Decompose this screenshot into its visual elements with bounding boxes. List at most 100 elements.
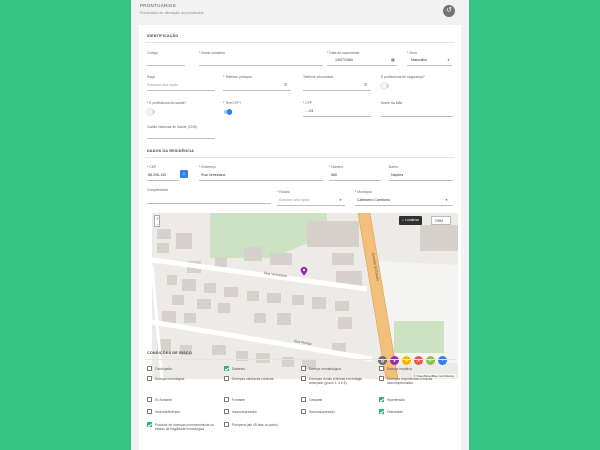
bairro-field[interactable] (389, 180, 453, 181)
risk-label: Doença hepática (387, 366, 412, 371)
data-nascimento-label: * Data de nascimento (327, 51, 360, 55)
risk-checkbox[interactable] (224, 422, 229, 427)
risk-label: Hipertensão (387, 397, 405, 402)
layers-button[interactable]: ▤ (378, 356, 387, 365)
profissional-seguranca-toggle[interactable] (381, 83, 389, 89)
risk-checkbox[interactable] (301, 366, 306, 371)
data-nascimento-field[interactable] (327, 65, 397, 66)
risk-checkbox[interactable] (301, 397, 306, 402)
endereco-field[interactable] (199, 180, 323, 181)
numero-value[interactable]: 560 (331, 173, 337, 177)
risk-label: Diabetes (232, 366, 246, 371)
back-button[interactable]: ↺ (443, 5, 455, 17)
risk-label: Portador de doenças cromossômicas ou est… (155, 422, 215, 431)
cep-value[interactable]: 86.206-130 (148, 173, 166, 177)
risk-checkbox[interactable] (224, 397, 229, 402)
codigo-label: Código (147, 51, 158, 55)
municipio-field[interactable] (355, 205, 453, 206)
osm-layer-button[interactable]: OSM (431, 216, 451, 225)
cep-label: * CEP (147, 165, 157, 169)
risk-checkbox[interactable] (147, 397, 152, 402)
profissional-saude-label: * É profissional da saúde? (147, 101, 187, 105)
complemento-label: Complemento (147, 188, 169, 192)
risk-checkbox[interactable] (301, 376, 306, 381)
risk-checkbox[interactable] (379, 366, 384, 371)
municipio-label: * Município (355, 190, 372, 194)
risk-label: Fumante (232, 397, 246, 402)
divider (145, 42, 455, 43)
risk-checkbox[interactable] (147, 422, 152, 427)
map-canvas[interactable]: Rua Veneziana Rua Rovigo Avenida do Esta… (152, 213, 458, 379)
risk-label: Doenças respiratórias crônicas descompen… (387, 376, 433, 385)
numero-field[interactable] (329, 180, 381, 181)
risk-checkbox[interactable] (147, 366, 152, 371)
estado-field[interactable] (277, 205, 345, 206)
nome-mae-label: Nome da Mãe (381, 101, 403, 105)
nome-mae-field[interactable] (381, 116, 453, 117)
risk-label: Gestante (309, 397, 323, 402)
telefone-principal-field[interactable] (223, 90, 291, 91)
risk-checkbox[interactable] (379, 409, 384, 414)
edit-button[interactable]: ✐ (426, 356, 435, 365)
draw-button[interactable]: ✎ (402, 356, 411, 365)
nome-completo-field[interactable] (199, 65, 323, 66)
risk-label: Doença neurológica (155, 376, 185, 381)
sexo-label: * Sexo (407, 51, 417, 55)
search-icon: ⌕ (182, 171, 186, 176)
risk-checkbox[interactable] (379, 376, 384, 381)
risk-label: Ex-fumante (155, 397, 172, 402)
telefone-secundario-field[interactable] (303, 90, 371, 91)
zoom-in-button[interactable]: + (155, 216, 160, 222)
phone-icon: ✆ (284, 82, 288, 87)
municipio-select[interactable]: Cabeceiro Camboriú (357, 198, 390, 202)
search-cep-button[interactable]: ⌕ (180, 170, 188, 178)
tem-cpf-label: * Tem CPF? (223, 101, 242, 105)
calendar-icon[interactable]: ▦ (391, 57, 395, 62)
clear-button[interactable]: ✕ (414, 356, 423, 365)
bairro-label: Bairro (389, 165, 399, 169)
cpf-value[interactable]: ...-93 (305, 109, 313, 113)
zoom-out-button[interactable]: − (155, 222, 160, 228)
telefone-secundario-label: Telefone secundário (303, 75, 334, 79)
raca-field[interactable] (147, 90, 215, 91)
raca-select[interactable]: Selecione uma opção (147, 83, 178, 87)
page-header: PRONTUÁRIOS Formulário de alteração do p… (131, 0, 469, 24)
risk-checkbox[interactable] (224, 409, 229, 414)
endereco-value[interactable]: Rua Veneziana (201, 173, 225, 177)
risk-checkbox[interactable] (224, 366, 229, 371)
cep-field[interactable] (147, 180, 179, 181)
risk-label: Doenças renais crônicas em estágio avanç… (309, 376, 363, 385)
marker-button[interactable]: ● (390, 356, 399, 365)
bairro-value[interactable]: Nações (391, 173, 403, 177)
tem-cpf-toggle[interactable] (224, 109, 232, 115)
risk-label: Puérpera (até 45 dias do parto) (232, 422, 278, 427)
risk-checkbox[interactable] (379, 397, 384, 402)
divider (145, 157, 455, 158)
localizar-label: Localizar (404, 218, 419, 222)
cns-field[interactable] (147, 138, 215, 139)
codigo-field[interactable] (147, 65, 185, 66)
cpf-label: * CPF (303, 101, 313, 105)
telefone-principal-label: * Telefone principal (223, 75, 252, 79)
sexo-field[interactable] (407, 65, 452, 66)
page-subtitle: Formulário de alteração do prontuário (140, 11, 204, 15)
location-map[interactable]: Rua Veneziana Rua Rovigo Avenida do Esta… (152, 213, 458, 379)
cpf-field[interactable] (303, 116, 371, 117)
localizar-button[interactable]: ⌕ Localizar (399, 216, 422, 225)
collapse-button[interactable]: ‹ (438, 356, 447, 365)
risk-checkbox[interactable] (224, 376, 229, 381)
data-nascimento-value[interactable]: 14/07/1960 (335, 58, 353, 62)
risk-checkbox[interactable] (147, 376, 152, 381)
complemento-field[interactable] (147, 203, 271, 204)
risk-label: Neurossupressão (309, 409, 335, 414)
sexo-select[interactable]: Masculino (411, 58, 427, 62)
phone-icon: ✆ (364, 82, 368, 87)
profissional-saude-toggle[interactable] (147, 109, 155, 115)
risk-checkbox[interactable] (301, 409, 306, 414)
risk-label: Obesidade (387, 409, 403, 414)
risk-checkbox[interactable] (147, 409, 152, 414)
numero-label: * Número (329, 165, 344, 169)
section-risco-title: CONDIÇÕES DE RISCO (147, 351, 192, 355)
endereco-label: * Endereço (199, 165, 216, 169)
estado-select[interactable]: Selecione uma opção (279, 198, 310, 202)
